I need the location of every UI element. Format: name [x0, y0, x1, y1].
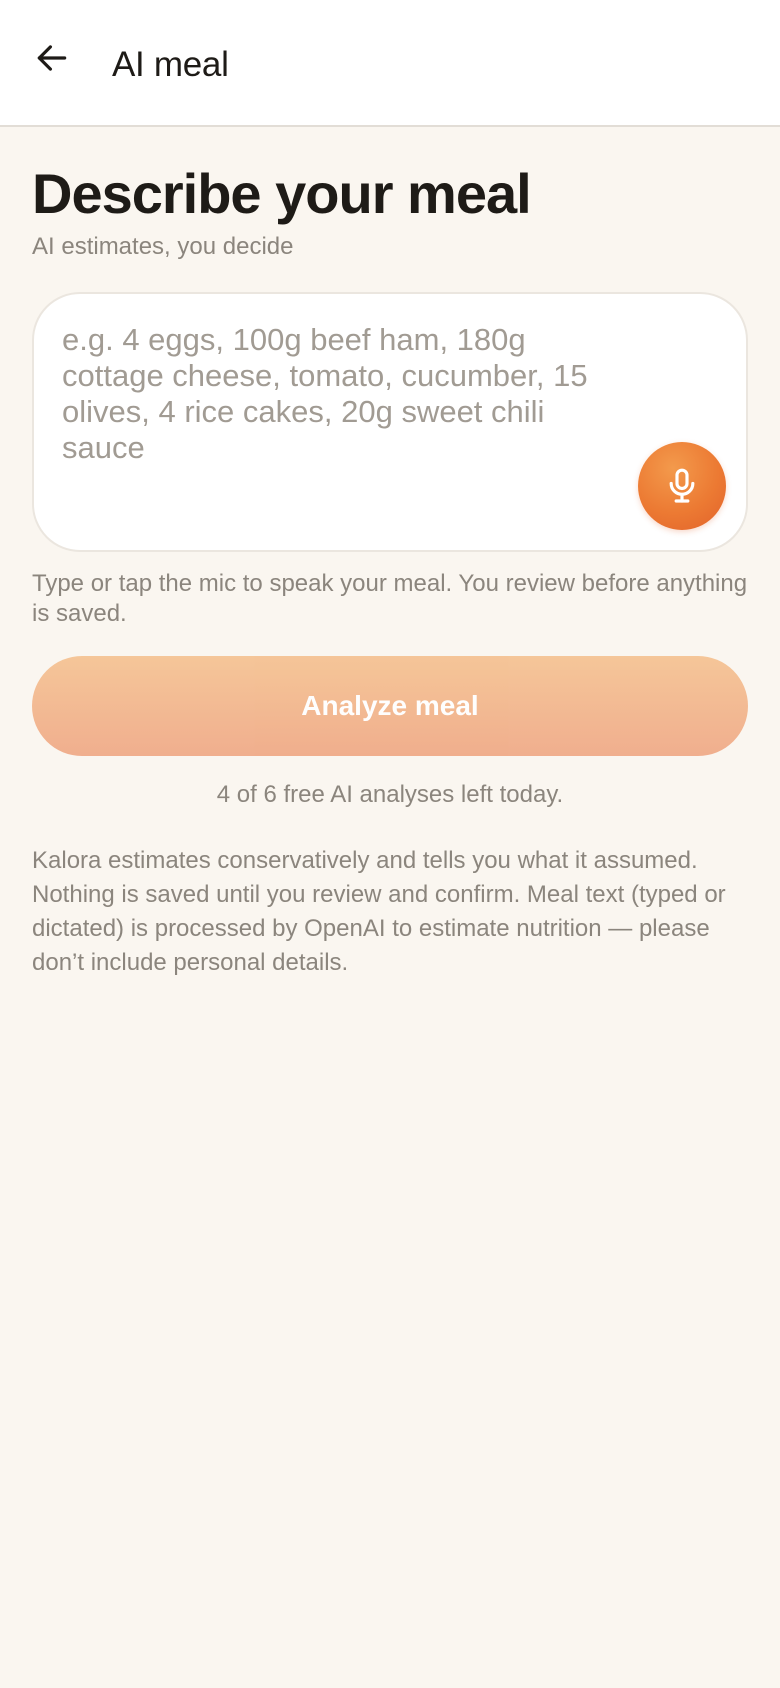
- mic-button[interactable]: [638, 442, 726, 530]
- app-title: AI meal: [112, 45, 229, 84]
- helper-text: Type or tap the mic to speak your meal. …: [32, 570, 748, 627]
- meal-input-card: [32, 292, 748, 552]
- app-bar: AI meal: [0, 0, 780, 127]
- page-subtitle: AI estimates, you decide: [32, 233, 294, 260]
- microphone-icon: [669, 468, 695, 503]
- disclaimer-text: Kalora estimates conservatively and tell…: [32, 847, 726, 976]
- arrow-left-icon: [37, 45, 67, 71]
- back-button[interactable]: [24, 30, 80, 86]
- page-title: Describe your meal: [32, 162, 532, 225]
- meal-description-input[interactable]: [62, 322, 622, 522]
- quota-text: 4 of 6 free AI analyses left today.: [216, 781, 564, 808]
- analyze-meal-button[interactable]: Analyze meal: [32, 656, 748, 756]
